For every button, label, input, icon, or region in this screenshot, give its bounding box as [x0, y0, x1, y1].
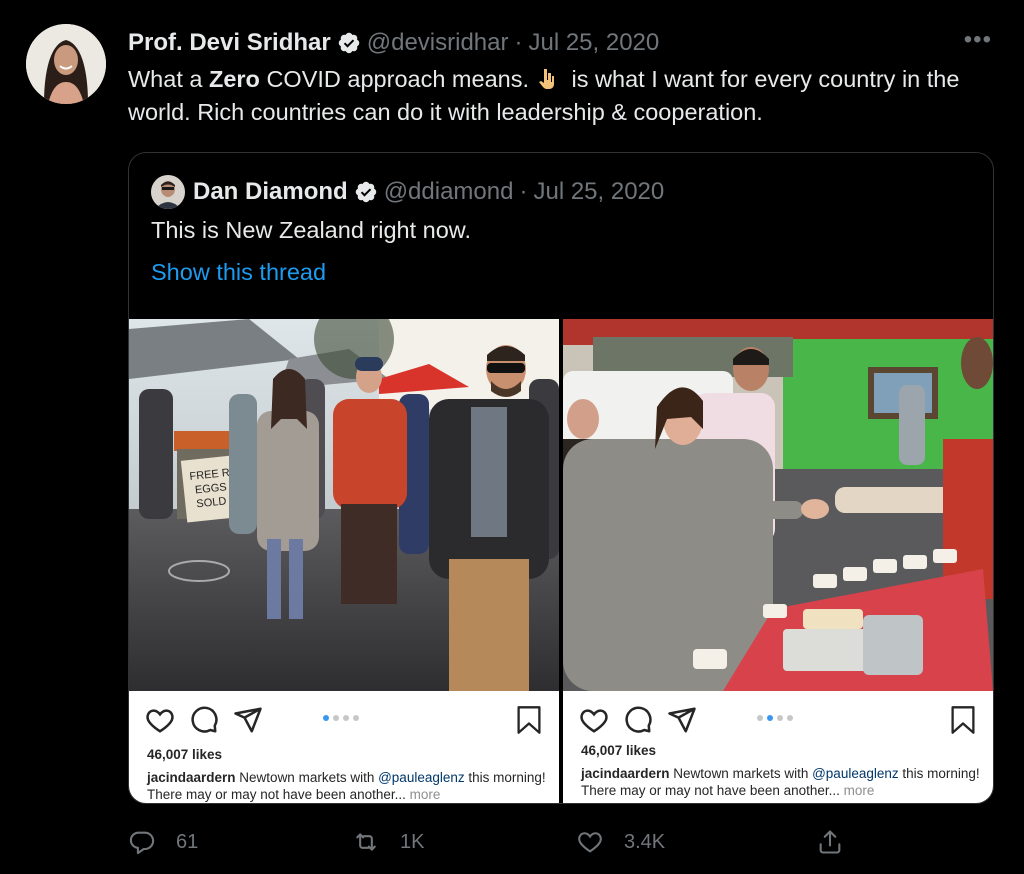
- caption-more-link[interactable]: more: [840, 783, 875, 798]
- retweet-button[interactable]: 1K: [352, 824, 424, 860]
- tweet-text-part2: COVID approach means.: [259, 66, 529, 92]
- reply-icon: [129, 831, 155, 855]
- carousel-dot: [777, 715, 783, 721]
- carousel-dot: [323, 715, 329, 721]
- caption-text: Newtown markets with: [669, 766, 813, 781]
- verified-badge-icon: [354, 180, 378, 204]
- pointing-down-emoji-icon: [535, 67, 559, 91]
- bookmark-icon[interactable]: [949, 705, 977, 735]
- quoted-media[interactable]: FREE RANGEEGGSSOLD OUT 46,007 likes jaci…: [129, 319, 993, 803]
- upload-icon: [819, 830, 841, 854]
- comment-icon[interactable]: [623, 705, 653, 735]
- caption-more-link[interactable]: more: [406, 787, 441, 802]
- carousel-dot: [767, 715, 773, 721]
- quoted-tweet-text: This is New Zealand right now.: [151, 217, 472, 243]
- carousel-dots: [323, 715, 363, 721]
- caption-mention[interactable]: @pauleaglenz: [812, 766, 899, 781]
- share-tweet-button[interactable]: [816, 824, 864, 860]
- tweet-text-part1: What a: [128, 66, 209, 92]
- author-name[interactable]: Prof. Devi Sridhar: [128, 29, 331, 57]
- instagram-username[interactable]: jacindaardern: [147, 770, 236, 785]
- carousel-dot: [333, 715, 339, 721]
- separator: ·: [519, 178, 528, 205]
- caption-text: Newtown markets with: [235, 770, 379, 785]
- instagram-actions: [145, 705, 277, 735]
- instagram-likes: 46,007 likes: [147, 747, 223, 762]
- retweet-icon: [356, 833, 376, 851]
- share-icon[interactable]: [233, 705, 263, 735]
- like-button[interactable]: 3.4K: [576, 824, 665, 860]
- caption-mention[interactable]: @pauleaglenz: [378, 770, 465, 785]
- like-count: 3.4K: [624, 830, 666, 853]
- quoted-tweet-date[interactable]: Jul 25, 2020: [533, 178, 664, 206]
- quoted-tweet-header: Dan Diamond @ddiamond · Jul 25, 2020: [151, 175, 664, 209]
- heart-icon[interactable]: [579, 705, 609, 735]
- separator: ·: [514, 29, 523, 56]
- carousel-dot: [353, 715, 359, 721]
- instagram-likes: 46,007 likes: [581, 743, 657, 758]
- quoted-author-avatar[interactable]: [151, 175, 185, 209]
- reply-button[interactable]: 61: [128, 824, 198, 860]
- more-options-button[interactable]: •••: [964, 28, 992, 52]
- heart-icon[interactable]: [145, 705, 175, 735]
- photo-market-handshake[interactable]: [563, 319, 993, 691]
- verified-badge-icon: [337, 31, 361, 55]
- photo-market-walk[interactable]: FREE RANGEEGGSSOLD OUT: [129, 319, 559, 691]
- author-handle[interactable]: @devisridhar: [367, 29, 509, 57]
- tweet[interactable]: Prof. Devi Sridhar @devisridhar · Jul 25…: [0, 0, 1024, 874]
- quoted-author-handle[interactable]: @ddiamond: [384, 178, 514, 206]
- retweet-count: 1K: [400, 830, 425, 853]
- comment-icon[interactable]: [189, 705, 219, 735]
- instagram-username[interactable]: jacindaardern: [581, 766, 670, 781]
- author-avatar[interactable]: [26, 24, 106, 104]
- tweet-date[interactable]: Jul 25, 2020: [528, 29, 659, 57]
- tweet-actions: 61 1K 3.4K: [128, 824, 994, 860]
- like-icon: [578, 832, 602, 853]
- quoted-author-name[interactable]: Dan Diamond: [193, 178, 348, 206]
- tweet-text-bold: Zero: [208, 66, 260, 92]
- instagram-caption: jacindaardern Newtown markets with @paul…: [581, 765, 981, 799]
- tweet-header: Prof. Devi Sridhar @devisridhar · Jul 25…: [128, 28, 659, 58]
- reply-count: 61: [176, 830, 199, 853]
- carousel-dot: [787, 715, 793, 721]
- quoted-tweet[interactable]: Dan Diamond @ddiamond · Jul 25, 2020 Thi…: [128, 152, 994, 804]
- instagram-embed-1[interactable]: FREE RANGEEGGSSOLD OUT 46,007 likes jaci…: [129, 319, 559, 803]
- share-icon[interactable]: [667, 705, 697, 735]
- carousel-dots: [757, 715, 797, 721]
- carousel-dot: [757, 715, 763, 721]
- instagram-caption: jacindaardern Newtown markets with @paul…: [147, 769, 547, 803]
- instagram-embed-2[interactable]: 46,007 likes jacindaardern Newtown marke…: [563, 319, 993, 803]
- carousel-dot: [343, 715, 349, 721]
- bookmark-icon[interactable]: [515, 705, 543, 735]
- tweet-text: What a Zero COVID approach means. is wha…: [128, 63, 1008, 129]
- show-thread-link[interactable]: Show this thread: [151, 259, 326, 286]
- instagram-actions: [579, 705, 711, 735]
